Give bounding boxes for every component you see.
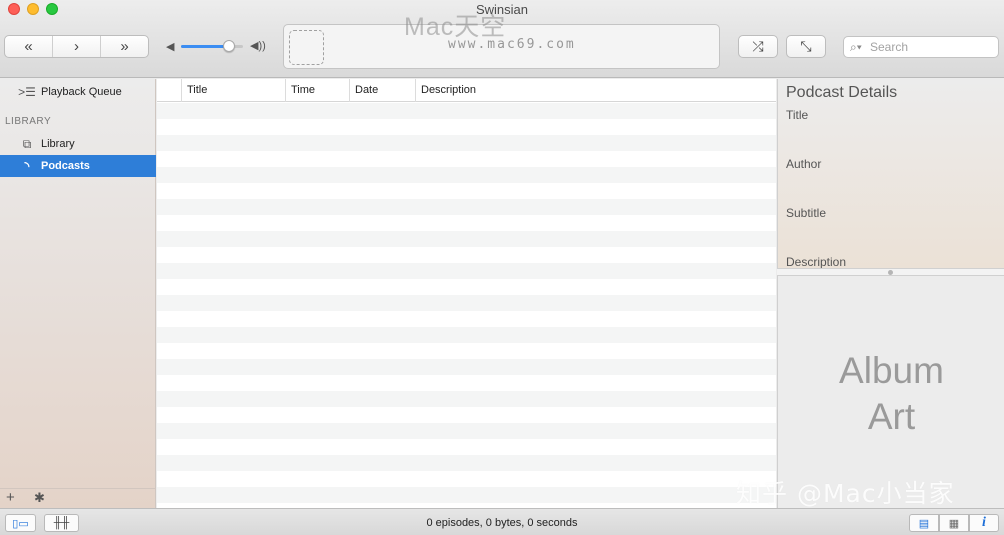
gear-icon[interactable]: ✱: [34, 490, 45, 506]
search-field[interactable]: ⌕▾: [843, 36, 999, 58]
now-playing-artwork: [289, 30, 324, 65]
double-chevron-left-icon: «: [24, 38, 33, 55]
sidebar-item-label: Library: [41, 138, 75, 150]
podcast-details-panel: Podcast Details Title Author Subtitle De…: [777, 79, 1004, 268]
details-title: Podcast Details: [786, 84, 898, 101]
table-body: [157, 103, 776, 508]
sidebar-section-header: LIBRARY: [5, 116, 52, 127]
table-row: [157, 295, 776, 311]
double-chevron-right-icon: »: [120, 38, 129, 55]
status-summary: 0 episodes, 0 bytes, 0 seconds: [426, 517, 578, 529]
search-icon: ⌕▾: [850, 40, 862, 54]
table-header: Title Time Date Description: [157, 79, 776, 102]
now-playing-display: Mac天空 www.mac69.com: [283, 13, 720, 69]
collapse-arrows-icon: ⤡: [800, 38, 812, 54]
sidebar-item-podcasts[interactable]: ◝ Podcasts: [0, 155, 156, 177]
info-view-button[interactable]: i: [969, 514, 999, 532]
table-row: [157, 375, 776, 391]
details-field-author: Author: [786, 157, 822, 171]
chevron-right-icon: ›: [74, 38, 79, 55]
volume-low-icon: ◀: [166, 41, 175, 53]
play-button[interactable]: ›: [53, 36, 101, 57]
mini-player-button[interactable]: ⤡: [786, 35, 826, 58]
table-row: [157, 359, 776, 375]
info-icon: i: [982, 515, 986, 530]
volume-knob[interactable]: [223, 40, 235, 52]
next-track-button[interactable]: »: [101, 36, 148, 57]
table-row: [157, 103, 776, 119]
grid-view-icon: ▦: [948, 517, 960, 530]
table-row: [157, 407, 776, 423]
sidebar-item-label: Podcasts: [41, 160, 90, 172]
details-field-description: Description: [786, 255, 847, 268]
list-view-button[interactable]: ▤: [909, 514, 939, 532]
volume-high-icon: ◀)): [250, 40, 266, 52]
table-row: [157, 311, 776, 327]
table-row: [157, 343, 776, 359]
podcast-icon: ◝: [24, 159, 30, 173]
sidebar-item-library[interactable]: ⧉ Library: [0, 133, 156, 155]
table-row: [157, 135, 776, 151]
volume-slider[interactable]: [181, 40, 243, 52]
sidebar-item-label: Playback Queue: [41, 86, 122, 98]
overlay-watermark: 知乎 @Mac小当家: [736, 479, 955, 508]
table-row: [157, 199, 776, 215]
column-header-title[interactable]: Title: [181, 79, 285, 102]
table-row: [157, 151, 776, 167]
details-field-subtitle: Subtitle: [786, 206, 827, 220]
album-art-line: Art: [867, 396, 916, 437]
table-row: [157, 215, 776, 231]
table-row: [157, 167, 776, 183]
table-row: [157, 119, 776, 135]
add-playlist-button[interactable]: +: [6, 489, 15, 506]
sidebar-item-playback-queue[interactable]: >☰ Playback Queue: [0, 81, 156, 103]
details-field-title: Title: [786, 108, 809, 122]
column-header-status[interactable]: [157, 79, 181, 102]
splitter-handle[interactable]: [888, 270, 893, 275]
sidebar: >☰ Playback Queue LIBRARY ⧉ Library ◝ Po…: [0, 79, 156, 508]
panel-splitter[interactable]: [777, 268, 1004, 276]
album-art-placeholder: Album Art: [778, 348, 1004, 440]
table-row: [157, 263, 776, 279]
album-art-line: Album: [839, 350, 944, 391]
table-row: [157, 423, 776, 439]
table-row: [157, 183, 776, 199]
sidebar-footer: + ✱: [0, 488, 156, 508]
status-bar: ▯▭ ╫╫ 0 episodes, 0 bytes, 0 seconds ▤ ▦…: [0, 508, 1004, 535]
table-row: [157, 391, 776, 407]
table-row: [157, 279, 776, 295]
queue-icon: >☰: [18, 85, 36, 99]
table-row: [157, 327, 776, 343]
column-header-time[interactable]: Time: [285, 79, 349, 102]
search-input[interactable]: [870, 39, 994, 55]
table-row: [157, 487, 776, 503]
shuffle-button[interactable]: ⤮: [738, 35, 778, 58]
previous-track-button[interactable]: «: [5, 36, 53, 57]
column-header-date[interactable]: Date: [349, 79, 415, 102]
library-icon: ⧉: [22, 136, 32, 151]
table-row: [157, 455, 776, 471]
episode-table: Title Time Date Description: [157, 79, 776, 508]
grid-view-button[interactable]: ▦: [939, 514, 969, 532]
list-view-icon: ▤: [918, 517, 930, 530]
table-row: [157, 231, 776, 247]
column-header-description[interactable]: Description: [415, 79, 776, 102]
toolbar: Swinsian « › » ◀ ◀)) Mac天空 www.mac69.com…: [0, 0, 1004, 78]
volume-fill: [181, 45, 226, 48]
shuffle-icon: ⤮: [752, 38, 764, 54]
table-row: [157, 471, 776, 487]
table-row: [157, 247, 776, 263]
table-row: [157, 439, 776, 455]
watermark-url: www.mac69.com: [448, 37, 576, 52]
transport-controls: « › »: [4, 35, 149, 58]
